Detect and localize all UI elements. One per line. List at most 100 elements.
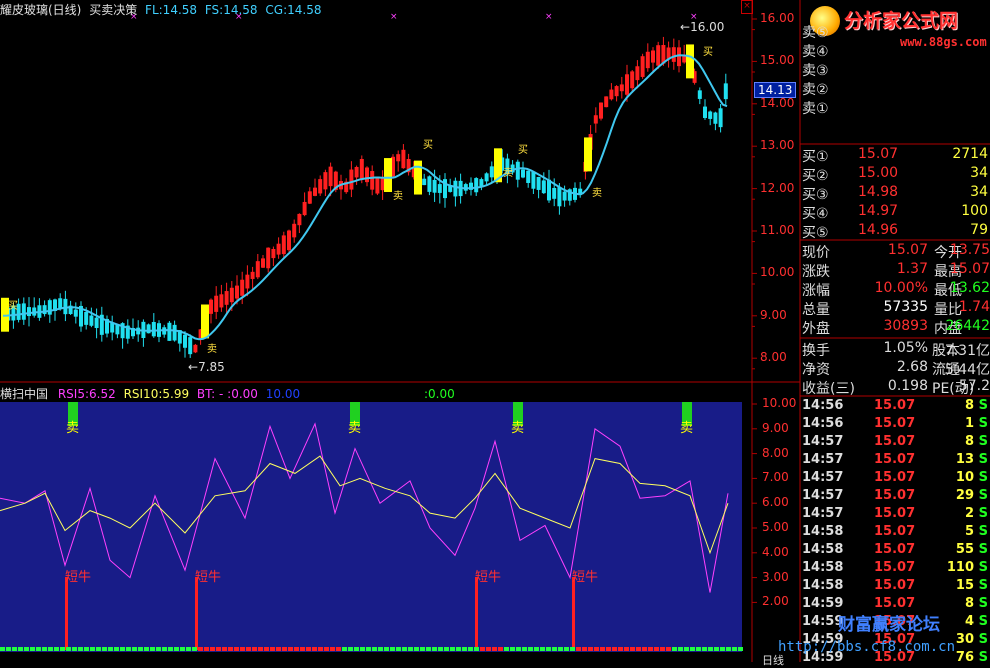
candle-body bbox=[47, 300, 52, 315]
order-volume: 34 bbox=[970, 165, 988, 181]
tick-row[interactable]: 14:58 15.07 110 S bbox=[802, 560, 990, 578]
tick-row[interactable]: 14:57 15.07 29 S bbox=[802, 488, 990, 506]
candle-body bbox=[110, 322, 115, 333]
short-bull-bar bbox=[475, 577, 478, 650]
quote-value: 13.62 bbox=[949, 280, 990, 296]
signal-marker: 卖 bbox=[592, 187, 602, 199]
signal-candle bbox=[414, 160, 422, 195]
candle-body bbox=[27, 307, 31, 317]
quote-row: 涨幅 10.00% 最低 13.62 bbox=[802, 280, 990, 299]
sub-chart-header: 横扫中国 RSI5:6.52 RSI10:5.99 BT: - :0.00 10… bbox=[0, 385, 455, 402]
sub-label: 3.00 bbox=[762, 569, 789, 584]
bottom-strip bbox=[690, 647, 695, 651]
bottom-strip bbox=[252, 647, 257, 651]
tick-time: 14:58 bbox=[802, 524, 844, 539]
bottom-strip bbox=[480, 647, 485, 651]
tick-time: 14:57 bbox=[802, 488, 844, 503]
order-label: 卖④ bbox=[802, 44, 829, 60]
order-buy-row: 买② 15.00 34 bbox=[802, 165, 990, 184]
fs-value: FS:14.58 bbox=[204, 3, 258, 17]
rsi10-value: RSI10:5.99 bbox=[123, 387, 190, 401]
tick-volume: 110 bbox=[946, 560, 974, 575]
candle-body bbox=[521, 169, 525, 178]
candle-body bbox=[307, 191, 312, 204]
bottom-strip bbox=[636, 647, 641, 651]
sub-label: 10.00 bbox=[762, 396, 797, 410]
sub-label: 8.00 bbox=[762, 445, 789, 460]
quote-row: 涨跌 1.37 最高 15.07 bbox=[802, 261, 990, 280]
sub-label: 9.00 bbox=[762, 420, 789, 435]
bottom-strip bbox=[258, 647, 263, 651]
candle-body bbox=[313, 187, 317, 196]
candle-body bbox=[297, 213, 302, 226]
tick-row[interactable]: 14:57 15.07 10 S bbox=[802, 470, 990, 488]
bottom-strip bbox=[114, 647, 119, 651]
candle-body bbox=[713, 112, 718, 124]
candle-body bbox=[697, 90, 702, 99]
tick-row[interactable]: 14:57 15.07 8 S bbox=[802, 434, 990, 452]
candle-body bbox=[422, 178, 427, 186]
bottom-strip bbox=[228, 647, 233, 651]
bottom-strip bbox=[234, 647, 239, 651]
candle-body bbox=[261, 258, 265, 268]
bottom-strip bbox=[468, 647, 473, 651]
order-sell-row: 卖② bbox=[802, 79, 990, 98]
candle-body bbox=[365, 167, 369, 183]
tick-row[interactable]: 14:56 15.07 1 S bbox=[802, 416, 990, 434]
order-sell-row: 卖① bbox=[802, 98, 990, 117]
order-buy-row: 买④ 14.97 100 bbox=[802, 203, 990, 222]
tick-time: 14:58 bbox=[802, 542, 844, 557]
fund-value: 5.44亿 bbox=[944, 362, 990, 378]
tick-row[interactable]: 14:58 15.07 5 S bbox=[802, 524, 990, 542]
candle-body bbox=[593, 115, 598, 124]
fund-row: 换手 1.05% 股本 7.31亿 bbox=[802, 340, 990, 359]
tick-volume: 76 bbox=[955, 650, 974, 665]
close-icon[interactable]: × bbox=[741, 0, 753, 14]
tick-row[interactable]: 14:58 15.07 55 S bbox=[802, 542, 990, 560]
tick-volume: 13 bbox=[955, 452, 974, 467]
tick-side: S bbox=[978, 614, 988, 629]
order-label: 买⑤ bbox=[802, 225, 829, 241]
signal-marker: 买 bbox=[518, 144, 528, 156]
order-label: 买④ bbox=[802, 206, 829, 222]
bottom-strip bbox=[594, 647, 599, 651]
price-label: 12.00 bbox=[760, 180, 795, 195]
bottom-strip bbox=[192, 647, 197, 651]
bottom-strip bbox=[498, 647, 503, 651]
signal-candle bbox=[686, 44, 694, 79]
candle-body bbox=[94, 317, 99, 329]
candle-body bbox=[209, 299, 213, 314]
candle-body bbox=[250, 271, 255, 279]
candle-body bbox=[271, 249, 276, 259]
candle-body bbox=[645, 51, 650, 69]
order-label: 买③ bbox=[802, 187, 829, 203]
tick-row[interactable]: 14:56 15.07 8 S bbox=[802, 398, 990, 416]
tick-row[interactable]: 14:57 15.07 13 S bbox=[802, 452, 990, 470]
candle-body bbox=[677, 47, 681, 67]
bottom-strip bbox=[486, 647, 491, 651]
rsi5-value: RSI5:6.52 bbox=[57, 387, 116, 401]
sub-title: 横扫中国 bbox=[0, 387, 49, 401]
order-price: 15.00 bbox=[858, 165, 899, 181]
sell-label: 卖 bbox=[511, 421, 525, 436]
bottom-strip bbox=[276, 647, 281, 651]
short-bull-bar bbox=[195, 577, 198, 650]
bottom-strip bbox=[246, 647, 251, 651]
bottom-strip bbox=[642, 647, 647, 651]
order-label: 买① bbox=[802, 149, 829, 165]
cg-value: CG:14.58 bbox=[265, 3, 322, 17]
tick-side: S bbox=[978, 524, 988, 539]
bt-value: BT: - :0.00 bbox=[196, 387, 258, 401]
candle-body bbox=[328, 166, 333, 187]
price-label: 10.00 bbox=[760, 265, 795, 280]
tick-row[interactable]: 14:58 15.07 15 S bbox=[802, 578, 990, 596]
candle-body bbox=[437, 184, 442, 193]
order-buy-row: 买③ 14.98 34 bbox=[802, 184, 990, 203]
order-sell-row: 卖③ bbox=[802, 60, 990, 79]
bottom-strip bbox=[300, 647, 305, 651]
tick-row[interactable]: 14:57 15.07 2 S bbox=[802, 506, 990, 524]
bottom-strip bbox=[564, 647, 569, 651]
bottom-strip bbox=[210, 647, 215, 651]
bottom-strip bbox=[0, 647, 5, 651]
tick-side: S bbox=[978, 542, 988, 557]
